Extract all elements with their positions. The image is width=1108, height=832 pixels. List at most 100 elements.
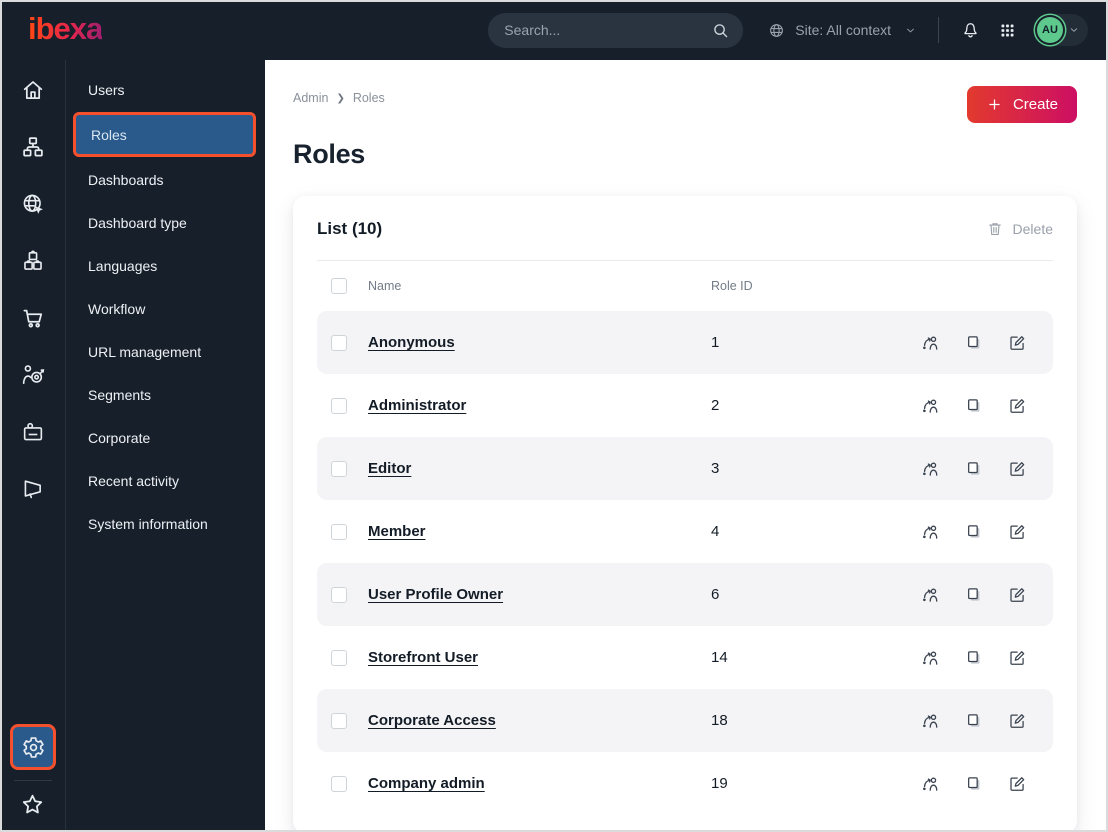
role-name-link[interactable]: Company admin — [368, 775, 485, 792]
edit-icon[interactable] — [1007, 333, 1027, 353]
breadcrumb-admin[interactable]: Admin — [293, 91, 328, 105]
admin-menu: Users Roles Dashboards Dashboard type La… — [66, 60, 265, 832]
copy-icon[interactable] — [964, 522, 984, 542]
edit-icon[interactable] — [1007, 711, 1027, 731]
sidebar-item-workflow[interactable]: Workflow — [66, 287, 265, 330]
role-name-link[interactable]: Storefront User — [368, 649, 478, 666]
search-icon[interactable] — [711, 21, 730, 40]
sidebar-item-recent-activity[interactable]: Recent activity — [66, 459, 265, 502]
delete-button-label: Delete — [1012, 221, 1053, 237]
home-icon[interactable] — [20, 77, 46, 103]
table-row: Member 4 — [317, 500, 1053, 563]
row-checkbox[interactable] — [331, 649, 347, 666]
role-name-link[interactable]: Editor — [368, 460, 411, 477]
plus-icon — [986, 96, 1003, 113]
products-icon[interactable] — [20, 248, 46, 274]
user-menu[interactable]: AU — [1034, 14, 1088, 46]
row-checkbox[interactable] — [331, 334, 347, 351]
chevron-down-icon — [1068, 24, 1080, 36]
edit-icon[interactable] — [1007, 459, 1027, 479]
copy-icon[interactable] — [964, 396, 984, 416]
role-name-link[interactable]: Administrator — [368, 397, 466, 414]
sidebar-item-system-information[interactable]: System information — [66, 502, 265, 545]
role-id-value: 3 — [711, 460, 720, 477]
rail-divider — [13, 780, 52, 781]
site-context-label: Site: All context — [795, 22, 891, 38]
row-checkbox[interactable] — [331, 712, 347, 729]
table-row: Editor 3 — [317, 437, 1053, 500]
list-count-title: List (10) — [317, 219, 383, 238]
sidebar-item-url-management[interactable]: URL management — [66, 330, 265, 373]
apps-grid-icon[interactable] — [998, 21, 1017, 40]
content-tree-icon[interactable] — [20, 134, 46, 160]
breadcrumb: Admin ❯ Roles — [293, 86, 385, 105]
sidebar-item-dashboard-type[interactable]: Dashboard type — [66, 201, 265, 244]
edit-icon[interactable] — [1007, 585, 1027, 605]
row-checkbox[interactable] — [331, 397, 347, 414]
copy-icon[interactable] — [964, 774, 984, 794]
roles-list-card: List (10) Delete Name Role ID Anonymous … — [293, 196, 1077, 832]
corporate-badge-icon[interactable] — [20, 419, 46, 445]
personalization-target-icon[interactable] — [20, 362, 46, 388]
create-button[interactable]: Create — [966, 86, 1077, 123]
marketing-megaphone-icon[interactable] — [20, 476, 46, 502]
ibexa-logo: ibexa — [28, 10, 103, 46]
table-header-row: Name Role ID — [317, 261, 1053, 311]
site-globe-icon[interactable] — [20, 191, 46, 217]
copy-icon[interactable] — [964, 333, 984, 353]
role-name-link[interactable]: Member — [368, 523, 426, 540]
row-checkbox[interactable] — [331, 775, 347, 792]
assign-users-icon[interactable] — [920, 647, 941, 668]
bookmarks-star-icon[interactable] — [19, 791, 46, 818]
select-all-checkbox[interactable] — [331, 278, 347, 294]
search-input[interactable] — [488, 12, 744, 48]
role-name-link[interactable]: Corporate Access — [368, 712, 496, 729]
page-title: Roles — [293, 139, 366, 169]
column-header-role-id: Role ID — [711, 279, 753, 293]
breadcrumb-separator-icon: ❯ — [336, 92, 345, 104]
role-id-value: 2 — [711, 397, 720, 414]
role-name-link[interactable]: User Profile Owner — [368, 586, 503, 603]
commerce-cart-icon[interactable] — [20, 305, 46, 331]
global-search — [488, 12, 744, 48]
table-row: User Profile Owner 6 — [317, 563, 1053, 626]
sidebar-item-users[interactable]: Users — [66, 68, 265, 111]
assign-users-icon[interactable] — [920, 395, 941, 416]
role-id-value: 4 — [711, 523, 720, 540]
role-name-link[interactable]: Anonymous — [368, 334, 455, 351]
edit-icon[interactable] — [1007, 522, 1027, 542]
trash-icon — [986, 220, 1004, 238]
copy-icon[interactable] — [964, 648, 984, 668]
breadcrumb-roles: Roles — [352, 91, 385, 105]
column-header-name: Name — [368, 279, 402, 293]
sidebar-item-segments[interactable]: Segments — [66, 373, 265, 416]
table-row: Corporate Access 18 — [317, 689, 1053, 752]
assign-users-icon[interactable] — [920, 458, 941, 479]
row-checkbox[interactable] — [331, 523, 347, 540]
notifications-bell-icon[interactable] — [960, 20, 981, 41]
copy-icon[interactable] — [964, 585, 984, 605]
assign-users-icon[interactable] — [920, 773, 941, 794]
assign-users-icon[interactable] — [920, 521, 941, 542]
sidebar-item-corporate[interactable]: Corporate — [66, 416, 265, 459]
copy-icon[interactable] — [964, 459, 984, 479]
assign-users-icon[interactable] — [920, 332, 941, 353]
edit-icon[interactable] — [1007, 396, 1027, 416]
icon-rail — [0, 60, 66, 832]
edit-icon[interactable] — [1007, 648, 1027, 668]
copy-icon[interactable] — [964, 711, 984, 731]
sidebar-item-dashboards[interactable]: Dashboards — [66, 158, 265, 201]
site-context-selector[interactable]: Site: All context — [767, 21, 917, 40]
assign-users-icon[interactable] — [920, 710, 941, 731]
row-checkbox[interactable] — [331, 460, 347, 477]
sidebar-item-languages[interactable]: Languages — [66, 244, 265, 287]
admin-gear-icon[interactable] — [9, 724, 56, 770]
table-body: Anonymous 1 Administrator 2 Editor 3 Mem… — [317, 311, 1053, 815]
sidebar-item-roles[interactable]: Roles — [73, 112, 256, 157]
edit-icon[interactable] — [1007, 774, 1027, 794]
chevron-down-icon — [904, 24, 917, 37]
row-checkbox[interactable] — [331, 586, 347, 603]
globe-icon — [767, 21, 786, 40]
delete-button[interactable]: Delete — [986, 220, 1053, 238]
assign-users-icon[interactable] — [920, 584, 941, 605]
